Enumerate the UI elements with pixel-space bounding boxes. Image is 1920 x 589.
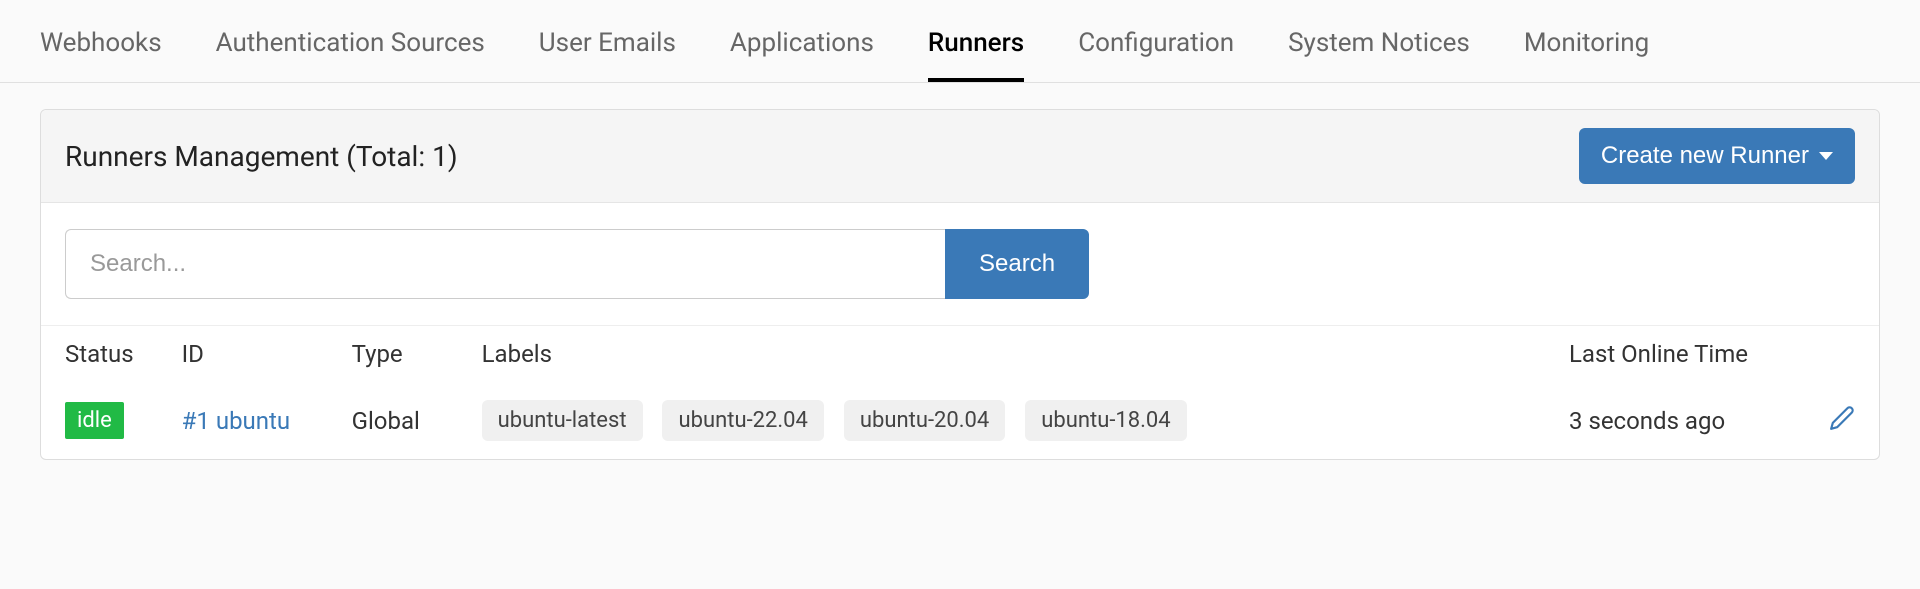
tab-authentication-sources[interactable]: Authentication Sources bbox=[216, 0, 485, 82]
search-button[interactable]: Search bbox=[945, 229, 1089, 299]
table-row: idle #1 ubuntu Global ubuntu-latest ubun… bbox=[41, 382, 1879, 459]
col-header-last-online: Last Online Time bbox=[1545, 326, 1805, 383]
panel-title: Runners Management (Total: 1) bbox=[65, 140, 458, 173]
tab-system-notices[interactable]: System Notices bbox=[1288, 0, 1470, 82]
tab-runners[interactable]: Runners bbox=[928, 0, 1024, 82]
col-header-id: ID bbox=[158, 326, 328, 383]
runner-type: Global bbox=[328, 382, 458, 459]
label-pill: ubuntu-20.04 bbox=[844, 400, 1005, 441]
col-header-status: Status bbox=[41, 326, 158, 383]
panel-header: Runners Management (Total: 1) Create new… bbox=[41, 110, 1879, 203]
tab-user-emails[interactable]: User Emails bbox=[539, 0, 676, 82]
tab-webhooks[interactable]: Webhooks bbox=[40, 0, 162, 82]
pencil-icon[interactable] bbox=[1829, 409, 1855, 437]
col-header-labels: Labels bbox=[458, 326, 1545, 383]
tab-monitoring[interactable]: Monitoring bbox=[1524, 0, 1649, 82]
search-input[interactable] bbox=[65, 229, 945, 299]
label-pill: ubuntu-22.04 bbox=[662, 400, 823, 441]
create-runner-button[interactable]: Create new Runner bbox=[1579, 128, 1855, 184]
status-badge: idle bbox=[65, 402, 124, 439]
nav-tabs: Webhooks Authentication Sources User Ema… bbox=[0, 0, 1920, 83]
tab-applications[interactable]: Applications bbox=[730, 0, 874, 82]
create-runner-label: Create new Runner bbox=[1601, 142, 1809, 170]
caret-down-icon bbox=[1819, 152, 1833, 160]
col-header-actions bbox=[1805, 326, 1879, 383]
runners-panel: Runners Management (Total: 1) Create new… bbox=[40, 109, 1880, 460]
runner-id-link[interactable]: #1 ubuntu bbox=[182, 407, 291, 435]
runner-labels: ubuntu-latest ubuntu-22.04 ubuntu-20.04 … bbox=[458, 382, 1545, 459]
runners-table: Status ID Type Labels Last Online Time i… bbox=[41, 325, 1879, 459]
label-pill: ubuntu-18.04 bbox=[1025, 400, 1186, 441]
tab-configuration[interactable]: Configuration bbox=[1078, 0, 1234, 82]
col-header-type: Type bbox=[328, 326, 458, 383]
runner-last-online: 3 seconds ago bbox=[1545, 382, 1805, 459]
search-bar: Search bbox=[41, 203, 1879, 325]
label-pill: ubuntu-latest bbox=[482, 400, 643, 441]
